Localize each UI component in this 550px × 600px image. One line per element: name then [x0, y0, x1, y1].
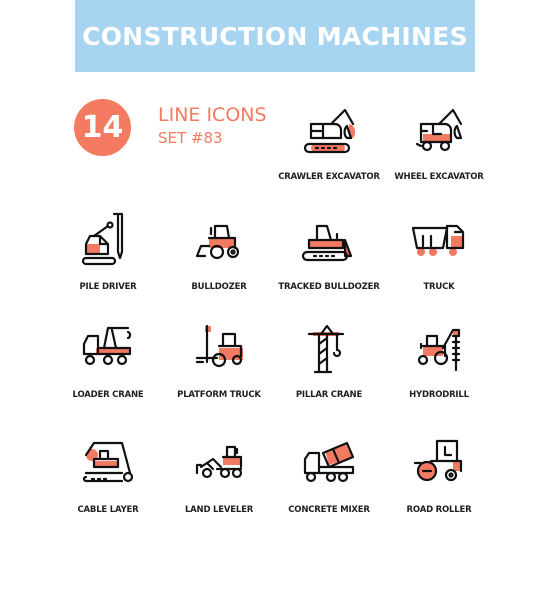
icon-label: TRUCK [423, 282, 455, 292]
crawler-excavator-icon [303, 108, 356, 154]
pillar-crane-icon [307, 324, 345, 374]
icon-tile-loader-crane: LOADER CRANE [53, 318, 163, 423]
tracked-bulldozer-icon [301, 224, 353, 262]
set-title: LINE ICONS [158, 104, 267, 126]
road-roller-icon [413, 439, 463, 482]
icon-tile-concrete-mixer: CONCRETE MIXER [274, 433, 384, 538]
icon-tile-cable-layer: CABLE LAYER [53, 433, 163, 538]
hydrodrill-icon [417, 328, 461, 372]
loader-crane-icon [82, 326, 132, 366]
icon-tile-road-roller: ROAD ROLLER [384, 433, 494, 538]
icon-tile-land-leveler: LAND LEVELER [164, 433, 274, 538]
icon-tile-bulldozer: BULLDOZER [164, 210, 274, 315]
set-number: SET #83 [158, 129, 223, 147]
land-leveler-icon [195, 445, 243, 479]
concrete-mixer-icon [303, 441, 355, 483]
pile-driver-icon [81, 212, 124, 266]
page-title: CONSTRUCTION MACHINES [82, 21, 468, 51]
icon-count: 14 [81, 110, 124, 145]
icon-count-badge: 14 [74, 99, 131, 156]
cable-layer-icon [82, 441, 134, 483]
bulldozer-icon [195, 224, 240, 260]
icon-tile-tracked-bulldozer: TRACKED BULLDOZER [274, 210, 384, 315]
icon-label: WHEEL EXCAVATOR [394, 172, 484, 182]
icon-tile-pillar-crane: PILLAR CRANE [274, 318, 384, 423]
truck-icon [411, 224, 465, 256]
icon-tile-hydrodrill: HYDRODRILL [384, 318, 494, 423]
icon-tile-wheel-excavator: WHEEL EXCAVATOR [384, 100, 494, 205]
icon-label: ROAD ROLLER [406, 505, 472, 515]
wheel-excavator-icon [415, 108, 463, 152]
icon-tile-pile-driver: PILE DRIVER [53, 210, 163, 315]
icon-tile-crawler-excavator: CRAWLER EXCAVATOR [274, 100, 384, 205]
platform-truck-icon [195, 324, 243, 368]
icon-label: HYDRODRILL [409, 390, 469, 400]
title-banner: CONSTRUCTION MACHINES [75, 0, 475, 72]
icon-tile-truck: TRUCK [384, 210, 494, 315]
icon-tile-platform-truck: PLATFORM TRUCK [164, 318, 274, 423]
